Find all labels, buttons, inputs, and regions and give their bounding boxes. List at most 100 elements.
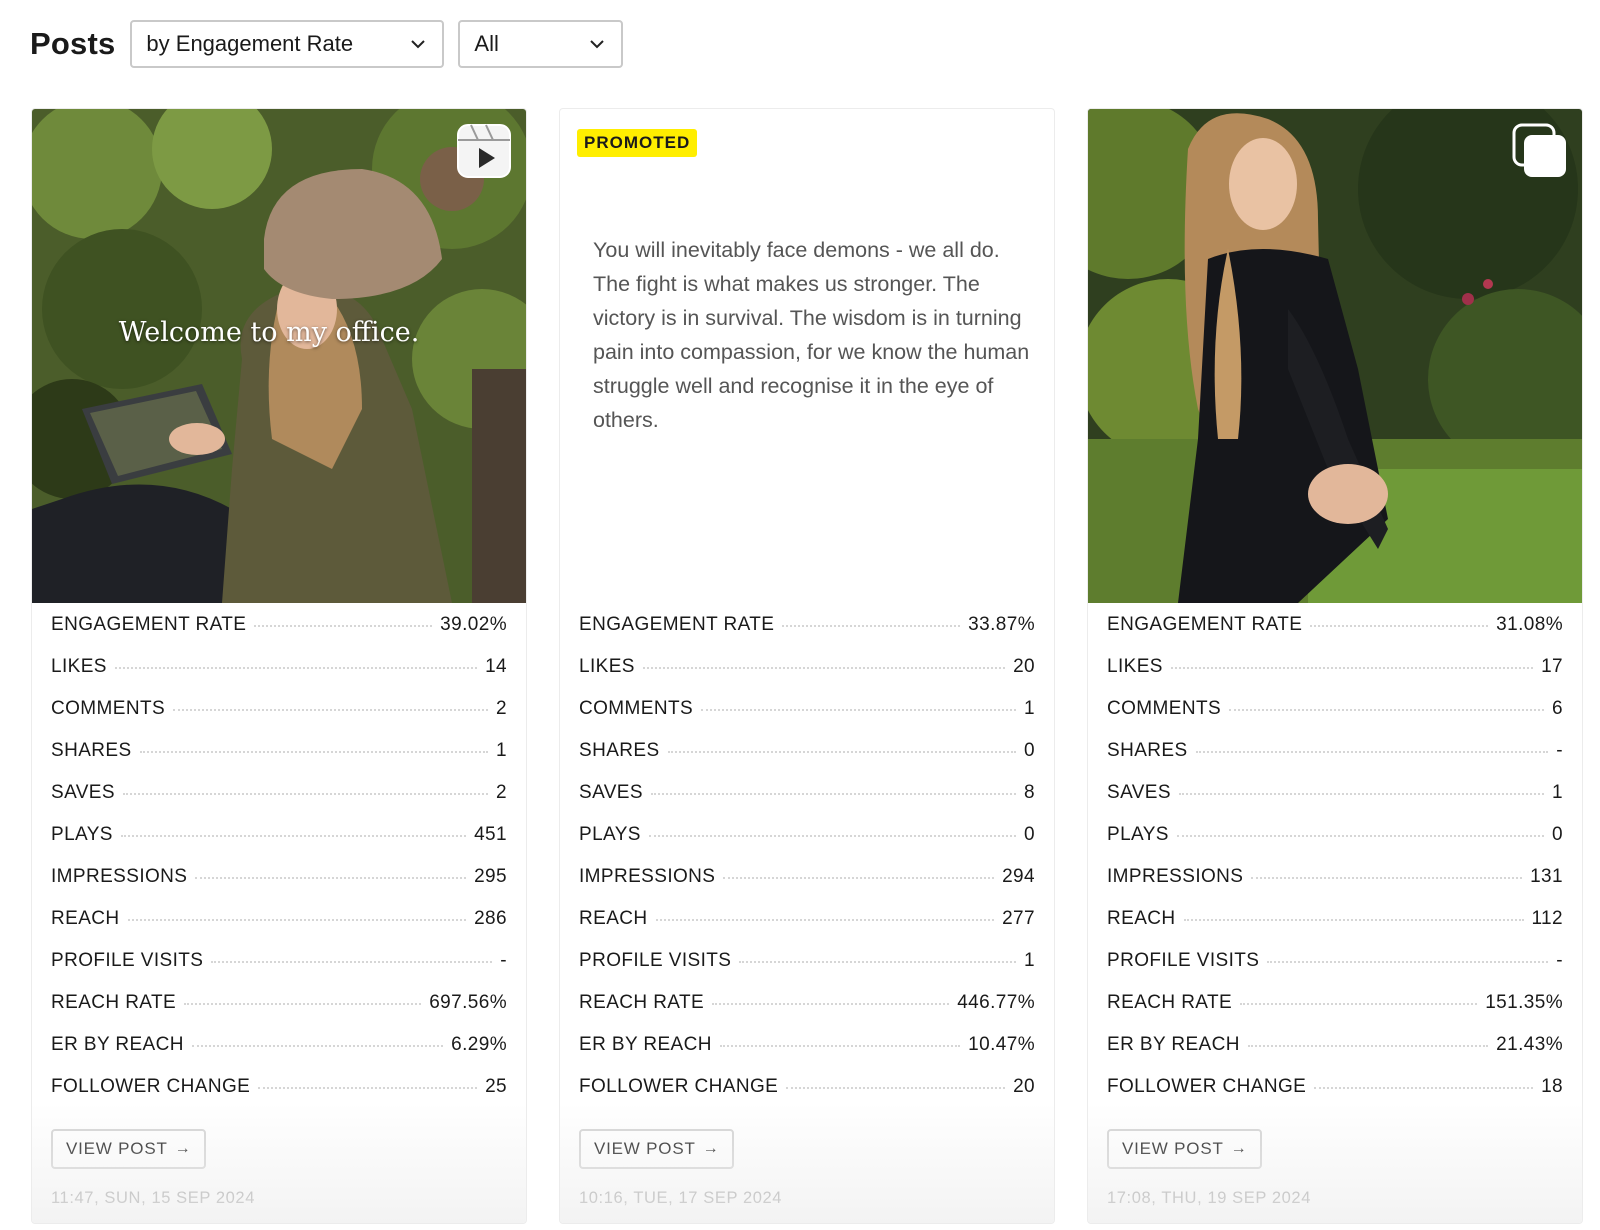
dotted-leader — [723, 877, 995, 879]
stat-label: COMMENTS — [51, 698, 166, 719]
dotted-leader — [1170, 667, 1534, 669]
stat-row: PLAYS 0 — [579, 824, 1035, 866]
stat-label: IMPRESSIONS — [1107, 866, 1244, 887]
stat-label: SAVES — [1107, 782, 1171, 803]
stat-value: 446.77% — [957, 992, 1035, 1013]
stat-value: 1 — [496, 740, 507, 761]
dotted-leader — [1247, 1045, 1489, 1047]
stat-row: SAVES 1 — [1107, 782, 1563, 824]
stat-label: ER BY REACH — [1107, 1034, 1240, 1055]
stat-value: 151.35% — [1485, 992, 1563, 1013]
dotted-leader — [786, 1087, 1006, 1089]
stat-label: LIKES — [51, 656, 107, 677]
dotted-leader — [1314, 1087, 1534, 1089]
dotted-leader — [195, 877, 467, 879]
stat-value: 20 — [1013, 656, 1035, 677]
dotted-leader — [712, 1003, 950, 1005]
stat-row: PROFILE VISITS 1 — [579, 950, 1035, 992]
stat-row: SHARES 0 — [579, 740, 1035, 782]
stat-value: 18 — [1541, 1076, 1563, 1097]
post-timestamp: 17:08, THU, 19 SEP 2024 — [1107, 1189, 1311, 1207]
stat-value: 21.43% — [1496, 1034, 1563, 1055]
filter-select-value: All — [474, 31, 499, 56]
stat-row: ENGAGEMENT RATE 33.87% — [579, 614, 1035, 656]
dotted-leader — [650, 793, 1017, 795]
stat-row: PLAYS 451 — [51, 824, 507, 866]
stat-label: SHARES — [51, 740, 132, 761]
post-thumbnail[interactable]: Welcome to my office. — [32, 109, 526, 603]
post-stats: ENGAGEMENT RATE 33.87% LIKES 20 COMMENTS 1 SHA… — [579, 614, 1035, 1118]
post-timestamp: 11:47, SUN, 15 SEP 2024 — [51, 1189, 255, 1207]
post-timestamp: 10:16, TUE, 17 SEP 2024 — [579, 1189, 783, 1207]
post-card: Welcome to my office. ENGAGEMENT RATE 39.… — [31, 108, 527, 1224]
sort-select[interactable]: by Engagement Rate — [130, 20, 445, 68]
sort-select-value: by Engagement Rate — [146, 31, 354, 56]
stat-row: ER BY REACH 21.43% — [1107, 1034, 1563, 1076]
filter-select[interactable]: All — [458, 20, 624, 68]
stat-label: REACH RATE — [1107, 992, 1233, 1013]
stat-label: SHARES — [1107, 740, 1188, 761]
view-post-button[interactable]: VIEW POST → — [1107, 1129, 1263, 1169]
stat-value: 6.29% — [451, 1034, 507, 1055]
stat-row: FOLLOWER CHANGE 25 — [51, 1076, 507, 1118]
stat-value: 1 — [1552, 782, 1563, 803]
stat-row: SAVES 8 — [579, 782, 1035, 824]
stat-value: 0 — [1024, 740, 1035, 761]
stat-value: 295 — [474, 866, 507, 887]
stat-row: REACH RATE 446.77% — [579, 992, 1035, 1034]
dotted-leader — [1183, 919, 1524, 921]
posts-header: Posts by Engagement Rate All — [30, 20, 624, 68]
stat-value: - — [1556, 740, 1563, 761]
view-post-button[interactable]: VIEW POST → — [579, 1129, 735, 1169]
reel-icon — [457, 124, 511, 178]
dotted-leader — [1229, 709, 1545, 711]
stat-row: LIKES 14 — [51, 656, 507, 698]
stat-value: 451 — [474, 824, 507, 845]
dotted-leader — [782, 625, 961, 627]
stat-label: ER BY REACH — [579, 1034, 712, 1055]
stat-value: 17 — [1541, 656, 1563, 677]
dotted-leader — [1251, 877, 1523, 879]
stat-label: PLAYS — [51, 824, 113, 845]
stat-value: 1 — [1024, 950, 1035, 971]
stat-row: SHARES - — [1107, 740, 1563, 782]
stat-row: COMMENTS 2 — [51, 698, 507, 740]
post-thumbnail[interactable] — [1088, 109, 1582, 603]
post-quote-text: You will inevitably face demons - we all… — [593, 238, 1030, 432]
stat-value: 2 — [496, 698, 507, 719]
stat-row: ENGAGEMENT RATE 39.02% — [51, 614, 507, 656]
post-caption-overlay: Welcome to my office. — [118, 317, 420, 348]
stat-row: REACH 277 — [579, 908, 1035, 950]
view-post-button[interactable]: VIEW POST → — [51, 1129, 207, 1169]
post-thumbnail[interactable]: PROMOTED You will inevitably face demons… — [560, 109, 1054, 603]
dotted-leader — [211, 961, 493, 963]
stat-value: - — [1556, 950, 1563, 971]
stat-label: FOLLOWER CHANGE — [579, 1076, 779, 1097]
stat-row: FOLLOWER CHANGE 20 — [579, 1076, 1035, 1118]
dotted-leader — [655, 919, 995, 921]
dotted-leader — [1310, 625, 1489, 627]
stat-label: LIKES — [579, 656, 635, 677]
stat-row: ER BY REACH 6.29% — [51, 1034, 507, 1076]
carousel-icon — [1512, 123, 1566, 177]
stat-label: PLAYS — [1107, 824, 1169, 845]
post-card: ENGAGEMENT RATE 31.08% LIKES 17 COMMENTS 6 SHA… — [1087, 108, 1583, 1224]
stat-label: SAVES — [51, 782, 115, 803]
stat-label: ENGAGEMENT RATE — [579, 614, 775, 635]
dotted-leader — [648, 835, 1017, 837]
stat-value: 8 — [1024, 782, 1035, 803]
stat-value: 39.02% — [440, 614, 507, 635]
dotted-leader — [642, 667, 1006, 669]
stat-value: 286 — [474, 908, 507, 929]
stat-row: LIKES 17 — [1107, 656, 1563, 698]
stat-value: 25 — [485, 1076, 507, 1097]
stat-value: 0 — [1024, 824, 1035, 845]
stat-value: 14 — [485, 656, 507, 677]
stat-row: ENGAGEMENT RATE 31.08% — [1107, 614, 1563, 656]
dotted-leader — [667, 751, 1017, 753]
page-title: Posts — [30, 26, 116, 61]
stat-row: IMPRESSIONS 295 — [51, 866, 507, 908]
dotted-leader — [1178, 793, 1545, 795]
arrow-right-icon: → — [702, 1140, 720, 1157]
dotted-leader — [1267, 961, 1549, 963]
